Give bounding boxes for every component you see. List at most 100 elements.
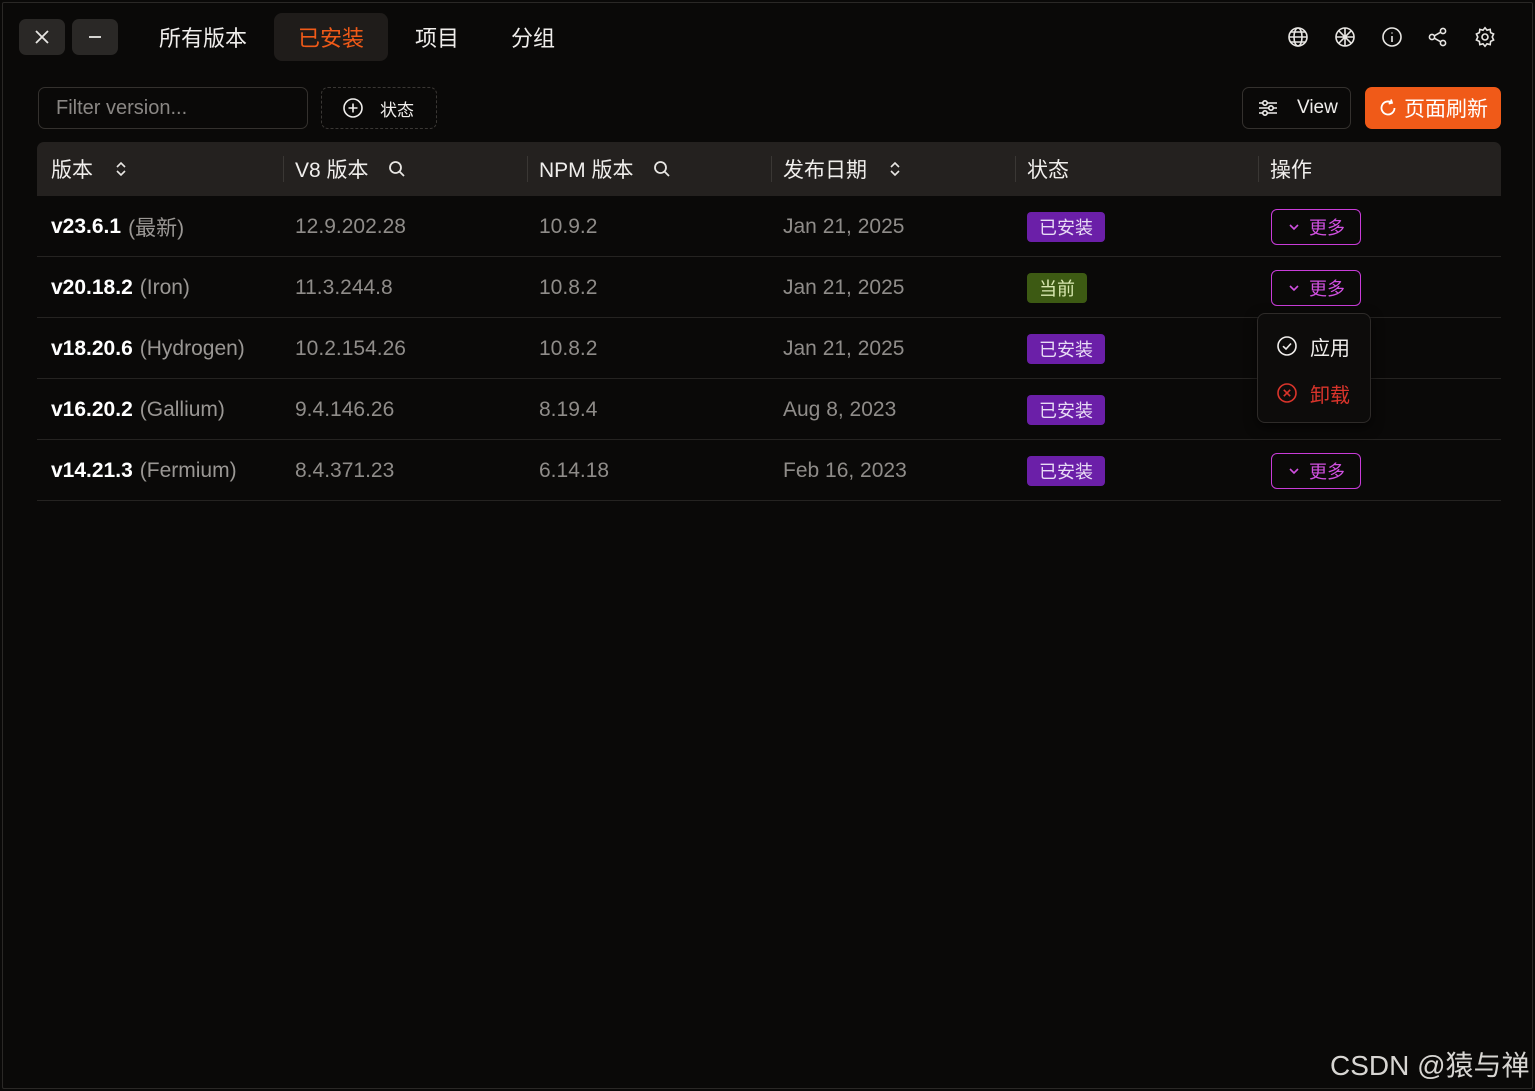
plus-circle-icon (343, 98, 363, 118)
chevron-down-icon (1289, 223, 1299, 230)
column-date-label: 发布日期 (783, 159, 867, 182)
more-label: 更多 (1309, 461, 1345, 482)
version-number: v20.18.2 (51, 275, 133, 299)
version-number: v23.6.1 (51, 214, 122, 238)
tab-projects[interactable]: 项目 (391, 13, 483, 61)
cell-v8: 12.9.202.28 (295, 214, 406, 238)
status-badge: 已安装 (1027, 455, 1105, 486)
snowflake-icon (1335, 27, 1355, 47)
cell-npm: 8.19.4 (539, 397, 598, 421)
menu-item-uninstall[interactable]: 卸载 (1276, 378, 1350, 408)
filter-version-input[interactable] (38, 87, 308, 129)
sort-icon (890, 161, 900, 177)
cell-status: 已安装 (1027, 379, 1105, 440)
menu-item-apply[interactable]: 应用 (1276, 331, 1350, 361)
refresh-icon (1380, 99, 1396, 116)
cell-date: Aug 8, 2023 (783, 397, 897, 421)
column-version-label: 版本 (51, 159, 93, 182)
tab-all-versions[interactable]: 所有版本 (135, 13, 271, 61)
version-codename: (Fermium) (139, 458, 237, 482)
table-header: 版本 V8 版本 NPM 版本 发布日期 状态 操作 (37, 142, 1501, 196)
cell-version: v23.6.1 (最新) (51, 196, 184, 257)
cell-status: 当前 (1027, 257, 1087, 318)
status-badge: 已安装 (1027, 211, 1105, 242)
cell-version: v18.20.6 (Hydrogen) (51, 318, 245, 379)
cell-v8: 11.3.244.8 (295, 275, 393, 299)
table-row: v23.6.1 (最新) 12.9.202.28 10.9.2 Jan 21, 2025… (37, 196, 1501, 257)
more-button[interactable]: 更多 (1271, 269, 1361, 306)
tab-installed[interactable]: 已安装 (274, 13, 389, 61)
version-number: v18.20.6 (51, 336, 133, 360)
cell-v8: 9.4.146.26 (295, 397, 395, 421)
cell-status: 已安装 (1027, 440, 1105, 501)
cell-actions: 更多 (1271, 257, 1361, 318)
cell-version: v14.21.3 (Fermium) (51, 440, 237, 501)
sliders-icon (1259, 99, 1277, 117)
refresh-label: 页面刷新 (1404, 98, 1488, 121)
more-button[interactable]: 更多 (1271, 452, 1361, 489)
status-badge: 当前 (1027, 272, 1087, 303)
column-npm-label: NPM 版本 (539, 159, 634, 182)
menu-item-uninstall-label: 卸载 (1310, 384, 1350, 407)
tab-groups[interactable]: 分组 (487, 13, 579, 61)
version-codename: (Gallium) (139, 397, 225, 421)
status-badge: 已安装 (1027, 333, 1105, 364)
cell-date: Jan 21, 2025 (783, 275, 905, 299)
status-badge: 已安装 (1027, 394, 1105, 425)
cell-version: v16.20.2 (Gallium) (51, 379, 225, 440)
language-button[interactable] (1287, 26, 1309, 48)
cell-npm: 6.14.18 (539, 458, 610, 482)
close-button[interactable] (19, 19, 65, 55)
status-filter-label: 状态 (380, 100, 414, 120)
more-button[interactable]: 更多 (1271, 208, 1361, 245)
cell-v8: 10.2.154.26 (295, 336, 406, 360)
table-row: v20.18.2 (Iron) 11.3.244.8 10.8.2 Jan 21, 20… (37, 257, 1501, 318)
column-actions-label: 操作 (1270, 159, 1312, 182)
column-version[interactable]: 版本 (51, 142, 131, 196)
sort-icon (116, 161, 126, 177)
view-label: View (1297, 97, 1338, 118)
about-button[interactable] (1381, 26, 1403, 48)
share-button[interactable] (1427, 26, 1449, 48)
column-v8[interactable]: V8 版本 (283, 142, 407, 196)
app-window: 所有版本 已安装 项目 分组 Filter version... 状态 View… (2, 2, 1533, 1089)
version-number: v14.21.3 (51, 458, 133, 482)
refresh-button[interactable]: 页面刷新 (1365, 87, 1501, 129)
more-label: 更多 (1309, 217, 1345, 238)
close-icon (35, 30, 49, 44)
cell-date: Jan 21, 2025 (783, 214, 905, 238)
cell-date: Feb 16, 2023 (783, 458, 907, 482)
info-icon (1382, 27, 1402, 47)
cell-npm: 10.8.2 (539, 336, 598, 360)
menu-item-apply-label: 应用 (1310, 337, 1350, 360)
x-circle-icon (1277, 383, 1297, 403)
cell-date: Jan 21, 2025 (783, 336, 905, 360)
version-codename: (Hydrogen) (139, 336, 245, 360)
minimize-icon (89, 36, 101, 38)
share-icon (1428, 27, 1447, 47)
search-icon (388, 161, 405, 177)
status-filter-button[interactable]: 状态 (321, 87, 437, 129)
search-icon (653, 161, 670, 177)
more-actions-menu: 应用 卸载 (1257, 313, 1371, 423)
cell-v8: 8.4.371.23 (295, 458, 395, 482)
column-date[interactable]: 发布日期 (771, 142, 905, 196)
column-actions: 操作 (1258, 142, 1312, 196)
cell-actions: 更多 (1271, 440, 1361, 501)
globe-icon (1288, 27, 1308, 47)
cell-status: 已安装 (1027, 318, 1105, 379)
cell-version: v20.18.2 (Iron) (51, 257, 190, 318)
column-npm[interactable]: NPM 版本 (527, 142, 672, 196)
cell-npm: 10.8.2 (539, 275, 598, 299)
settings-icon (1475, 26, 1495, 48)
version-number: v16.20.2 (51, 397, 133, 421)
mirror-button[interactable] (1334, 26, 1356, 48)
check-circle-icon (1277, 336, 1297, 356)
settings-button[interactable] (1474, 26, 1496, 48)
view-button[interactable]: View (1242, 87, 1351, 129)
top-bar: 所有版本 已安装 项目 分组 (3, 3, 1532, 71)
chevron-down-icon (1289, 467, 1299, 474)
column-v8-label: V8 版本 (295, 159, 369, 182)
minimize-button[interactable] (72, 19, 118, 55)
more-label: 更多 (1309, 278, 1345, 299)
